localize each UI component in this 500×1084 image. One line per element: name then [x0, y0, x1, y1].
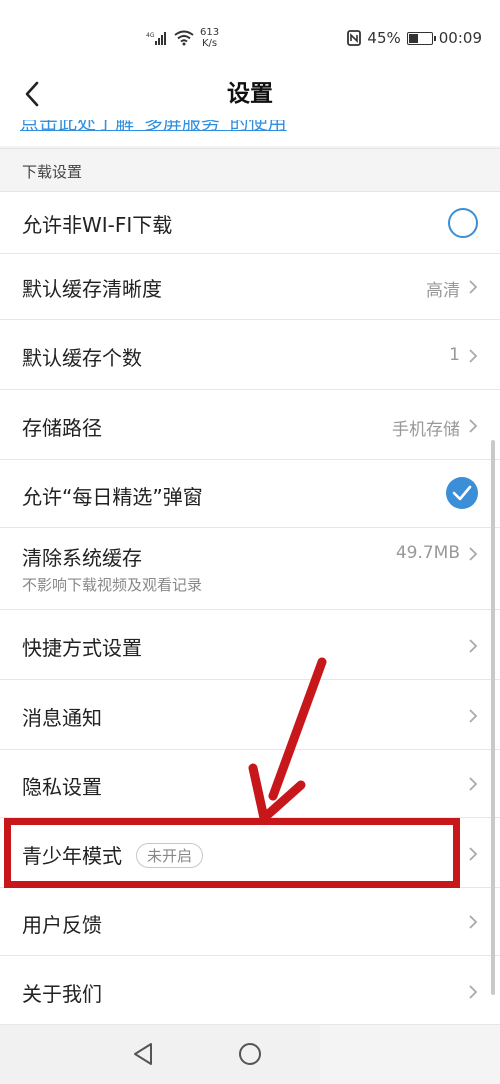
status-bar: 4G 613 K/s 45% 00:09 — [0, 0, 500, 72]
circle-home-icon[interactable] — [237, 1041, 263, 1067]
setting-label: 默认缓存清晰度 — [22, 277, 162, 301]
triangle-back-icon[interactable] — [131, 1041, 157, 1067]
setting-clear-cache[interactable]: 清除系统缓存 不影响下载视频及观看记录 49.7MB — [0, 528, 500, 610]
battery-icon — [406, 31, 436, 45]
clock: 00:09 — [438, 29, 482, 47]
setting-label: 消息通知 — [22, 706, 102, 730]
setting-value: 1 — [449, 345, 460, 365]
setting-value: 高清 — [426, 281, 460, 301]
chevron-right-icon — [469, 985, 478, 999]
speed-unit: K/s — [201, 38, 218, 49]
setting-label: 存储路径 — [22, 416, 102, 440]
setting-feedback[interactable]: 用户反馈 — [0, 888, 500, 956]
speed-value: 613 — [200, 27, 220, 38]
status-right: 45% 00:09 — [347, 24, 482, 52]
setting-notifications[interactable]: 消息通知 — [0, 680, 500, 750]
chevron-right-icon — [469, 709, 478, 723]
nfc-icon — [347, 30, 362, 46]
cellular-signal-icon: 4G — [146, 32, 166, 45]
setting-cache-count[interactable]: 默认缓存个数 1 — [0, 320, 500, 390]
toggle-off-icon[interactable] — [448, 208, 478, 238]
setting-value: 49.7MB — [395, 543, 460, 563]
setting-label: 快捷方式设置 — [22, 636, 142, 660]
setting-sublabel: 不影响下载视频及观看记录 — [22, 576, 203, 594]
chevron-right-icon — [469, 639, 478, 653]
setting-about[interactable]: 关于我们 — [0, 956, 500, 1025]
setting-label: 清除系统缓存 — [22, 546, 142, 570]
battery-fill — [408, 33, 418, 43]
chevron-right-icon — [469, 280, 478, 294]
battery-percent: 45% — [367, 29, 401, 47]
network-speed: 613 K/s — [200, 27, 219, 49]
setting-allow-non-wifi[interactable]: 允许非WI-FI下载 — [0, 192, 500, 254]
section-title: 下载设置 — [22, 163, 83, 181]
setting-privacy[interactable]: 隐私设置 — [0, 750, 500, 818]
wifi-icon — [174, 30, 194, 46]
scrollbar[interactable] — [491, 440, 495, 995]
setting-label: 用户反馈 — [22, 913, 102, 937]
setting-label: 默认缓存个数 — [22, 346, 142, 370]
setting-daily-popup[interactable]: 允许“每日精选”弹窗 — [0, 460, 500, 528]
setting-storage-path[interactable]: 存储路径 手机存储 — [0, 390, 500, 460]
setting-cache-quality[interactable]: 默认缓存清晰度 高清 — [0, 254, 500, 320]
system-nav-bar — [0, 1025, 320, 1084]
checkmark-icon[interactable] — [446, 477, 478, 509]
chevron-right-icon — [469, 547, 478, 561]
section-header: 下载设置 — [0, 148, 500, 192]
chevron-right-icon — [469, 349, 478, 363]
svg-text:4G: 4G — [146, 32, 155, 39]
network-indicators: 4G 613 K/s — [146, 24, 219, 52]
chevron-right-icon — [469, 847, 478, 861]
status-badge: 未开启 — [136, 843, 204, 868]
setting-label: 青少年模式 未开启 — [22, 840, 204, 870]
chevron-right-icon — [469, 419, 478, 433]
chevron-right-icon — [469, 777, 478, 791]
setting-label: 关于我们 — [22, 982, 102, 1006]
page-title: 设置 — [227, 81, 273, 107]
setting-teen-mode[interactable]: 青少年模式 未开启 — [0, 818, 500, 888]
header: 设置 — [0, 72, 500, 120]
teen-mode-label: 青少年模式 — [22, 844, 122, 868]
setting-value: 手机存储 — [392, 420, 460, 440]
setting-shortcut[interactable]: 快捷方式设置 — [0, 610, 500, 680]
setting-label: 隐私设置 — [22, 775, 102, 799]
setting-label: 允许非WI-FI下载 — [22, 213, 173, 237]
chevron-right-icon — [469, 915, 478, 929]
setting-label: 允许“每日精选”弹窗 — [22, 485, 203, 509]
